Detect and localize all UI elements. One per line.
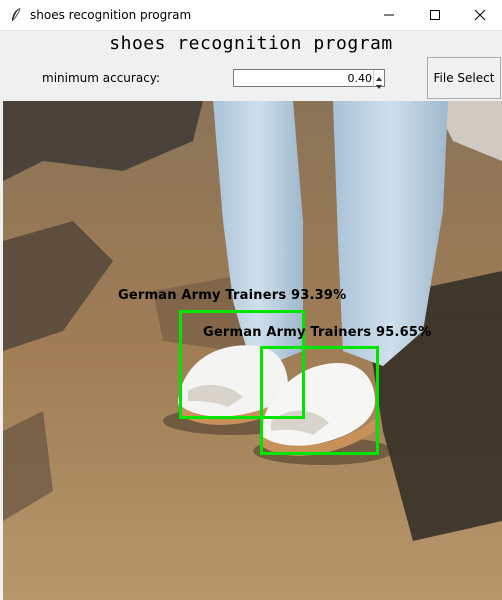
- window-title: shoes recognition program: [30, 8, 192, 22]
- maximize-button[interactable]: [412, 0, 458, 30]
- feather-icon: [10, 7, 22, 23]
- minimize-button[interactable]: [366, 0, 412, 30]
- detection-label-2: German Army Trainers 95.65%: [203, 325, 432, 340]
- minimum-accuracy-value[interactable]: 0.40: [348, 72, 373, 85]
- spin-arrows: [373, 70, 384, 89]
- minimum-accuracy-label: minimum accuracy:: [42, 71, 161, 85]
- minimize-icon: [384, 14, 394, 16]
- minimum-accuracy-spinbox[interactable]: 0.40: [233, 69, 385, 89]
- image-display: German Army Trainers 93.39% German Army …: [3, 101, 502, 600]
- detection-box-2: [260, 346, 379, 455]
- detection-label-1: German Army Trainers 93.39%: [118, 288, 347, 303]
- close-button[interactable]: [457, 0, 502, 30]
- spin-up-button[interactable]: [374, 70, 384, 81]
- title-bar[interactable]: shoes recognition program: [0, 0, 502, 31]
- maximize-icon: [430, 10, 440, 20]
- close-icon: [474, 9, 486, 21]
- app-heading: shoes recognition program: [109, 33, 393, 54]
- arrow-down-icon: [376, 85, 382, 89]
- file-select-button[interactable]: File Select: [427, 57, 501, 99]
- spin-down-button[interactable]: [374, 78, 384, 89]
